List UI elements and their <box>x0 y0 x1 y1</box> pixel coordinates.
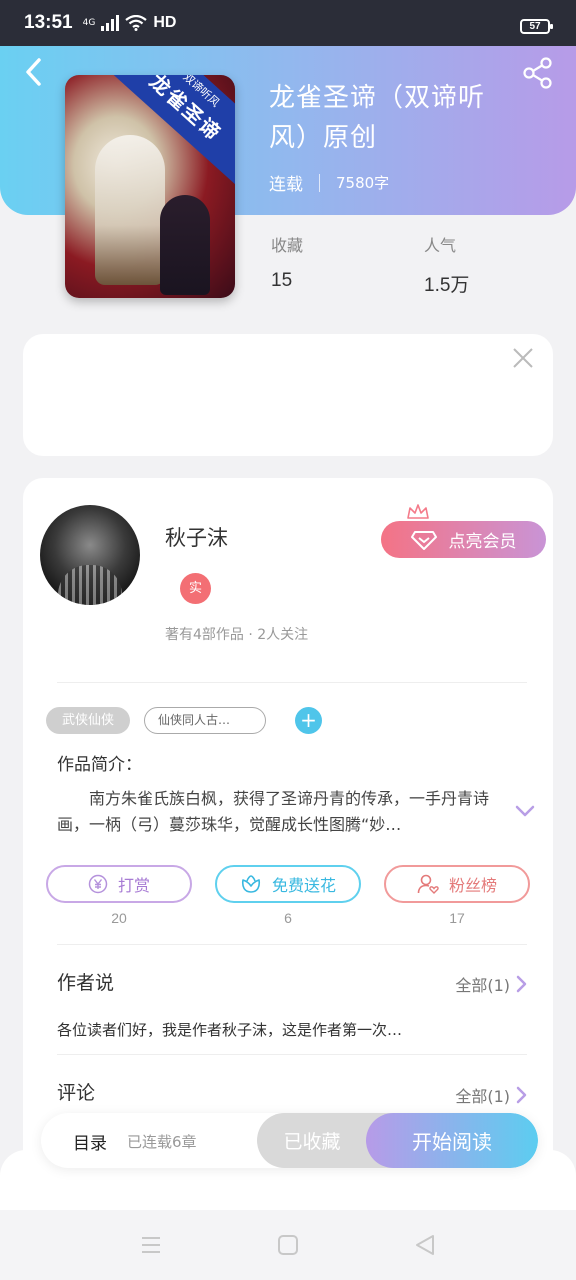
ad-card <box>23 334 553 456</box>
chevron-right-icon <box>516 975 527 993</box>
tag-category[interactable]: 武侠仙侠 <box>46 707 130 734</box>
comments-all-label: 全部(1) <box>455 1087 510 1106</box>
author-name[interactable]: 秋子沫 <box>165 522 228 552</box>
stat-value: 15 <box>271 270 293 291</box>
status-time: 13:51 <box>24 12 73 33</box>
wifi-icon <box>125 15 147 31</box>
vip-button[interactable]: 点亮会员 <box>381 521 546 558</box>
cover-figure-secondary <box>160 195 210 295</box>
start-reading-label: 开始阅读 <box>412 1130 492 1154</box>
fan-ranking-button[interactable]: 粉丝榜 <box>384 865 530 903</box>
book-title: 龙雀圣谛（双谛听风）原创 <box>269 83 486 153</box>
divider <box>57 944 527 945</box>
diamond-icon <box>410 530 437 550</box>
send-flower-label: 免费送花 <box>271 876 336 895</box>
comments-all-link[interactable]: 全部(1) <box>455 1083 528 1107</box>
stat-favorites: 收藏 15 <box>271 232 303 292</box>
start-reading-button[interactable]: 开始阅读 <box>366 1113 538 1168</box>
author-says-title: 作者说 <box>57 972 115 994</box>
fan-count: 17 <box>449 910 465 926</box>
reward-label: 打赏 <box>117 876 150 895</box>
verified-badge: 实 <box>180 573 211 604</box>
system-nav-bar <box>0 1210 576 1280</box>
stat-popularity: 人气 1.5万 <box>424 232 469 297</box>
reward-button[interactable]: 打赏 <box>46 865 192 903</box>
yen-icon <box>88 874 108 894</box>
author-says-all-label: 全部(1) <box>455 976 510 995</box>
status-icons: 4G HD <box>82 14 177 32</box>
menu-icon[interactable] <box>139 1233 163 1257</box>
comments-title: 评论 <box>57 1082 96 1104</box>
share-icon[interactable] <box>522 57 554 89</box>
author-says-preview[interactable]: 各位读者们好，我是作者秋子沫，这是作者第一次… <box>57 1019 437 1040</box>
add-tag-button[interactable]: + <box>295 707 322 734</box>
intro-text: 南方朱雀氏族白枫，获得了圣谛丹青的传承，一手丹青诗画，一柄（弓）蔓莎珠华，觉醒成… <box>57 789 490 834</box>
flower-icon <box>241 875 261 893</box>
back-icon[interactable] <box>20 55 48 89</box>
close-icon[interactable] <box>511 346 535 370</box>
chevron-down-icon[interactable] <box>514 800 536 822</box>
crown-icon <box>407 504 429 519</box>
book-status: 连载 <box>269 175 303 195</box>
signal-icon <box>101 15 120 31</box>
status-bar: 13:51 4G HD 57 <box>0 0 576 46</box>
chevron-right-icon <box>516 1086 527 1104</box>
divider <box>57 1054 527 1055</box>
user-heart-icon <box>417 874 439 894</box>
author-says-all-link[interactable]: 全部(1) <box>455 972 528 996</box>
hd-label: HD <box>153 14 177 31</box>
fan-ranking-label: 粉丝榜 <box>448 876 497 895</box>
divider <box>57 682 527 683</box>
vip-button-label: 点亮会员 <box>448 532 517 552</box>
stat-value: 1.5万 <box>424 275 470 296</box>
meta-separator <box>319 173 320 192</box>
battery-icon: 57 <box>520 19 553 34</box>
cover-figure <box>95 135 165 285</box>
collected-label: 已收藏 <box>283 1131 341 1153</box>
flower-count: 6 <box>284 910 292 926</box>
stat-label: 人气 <box>424 236 457 255</box>
book-cover[interactable]: 双谛听风 龙雀圣谛 <box>65 75 235 298</box>
home-icon[interactable] <box>276 1233 300 1257</box>
stat-label: 收藏 <box>271 236 304 255</box>
chapter-count: 已连载6章 <box>127 1133 197 1151</box>
book-meta: 连载 7580字 <box>269 170 389 195</box>
author-avatar[interactable] <box>40 505 140 605</box>
word-count: 7580字 <box>336 174 390 192</box>
back-nav-icon[interactable] <box>413 1233 437 1257</box>
tag-secondary[interactable]: 仙侠同人古… <box>144 707 266 734</box>
reward-count: 20 <box>111 910 127 926</box>
intro-title: 作品简介： <box>57 755 142 775</box>
author-summary: 著有4部作品 · 2人关注 <box>165 627 309 643</box>
network-type: 4G <box>82 17 96 28</box>
toc-button[interactable]: 目录 <box>73 1129 107 1154</box>
send-flower-button[interactable]: 免费送花 <box>215 865 361 903</box>
bottom-action-bar: 目录 已连载6章 已收藏 开始阅读 <box>41 1113 538 1168</box>
